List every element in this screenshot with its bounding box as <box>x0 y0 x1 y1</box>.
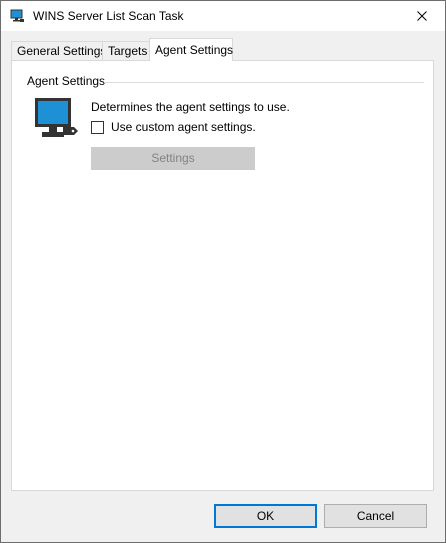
ok-button[interactable]: OK <box>214 504 317 528</box>
group-divider <box>104 82 424 83</box>
tab-targets[interactable]: Targets <box>102 41 150 61</box>
window-title: WINS Server List Scan Task <box>33 9 184 23</box>
custom-agent-checkbox-row[interactable]: Use custom agent settings. <box>91 120 256 134</box>
cancel-button[interactable]: Cancel <box>324 504 427 528</box>
tab-agent-settings[interactable]: Agent Settings <box>149 38 233 61</box>
dialog-window: WINS Server List Scan Task General Setti… <box>0 0 446 543</box>
agent-settings-panel: Agent Settings Determines the agent sett… <box>11 60 434 491</box>
monitor-tag-icon <box>35 98 78 137</box>
close-button[interactable] <box>399 1 445 31</box>
title-bar[interactable]: WINS Server List Scan Task <box>1 1 445 31</box>
tab-label: General Settings <box>17 44 107 58</box>
description-text: Determines the agent settings to use. <box>91 100 290 114</box>
settings-button[interactable]: Settings <box>91 147 255 170</box>
checkbox-label[interactable]: Use custom agent settings. <box>111 120 256 134</box>
computer-icon <box>10 9 24 22</box>
custom-agent-checkbox[interactable] <box>91 120 104 134</box>
tab-label: Targets <box>108 44 148 58</box>
tab-label: Agent Settings <box>155 43 234 57</box>
tab-general-settings[interactable]: General Settings <box>11 41 107 61</box>
close-icon <box>417 11 427 21</box>
group-title: Agent Settings <box>27 74 110 88</box>
